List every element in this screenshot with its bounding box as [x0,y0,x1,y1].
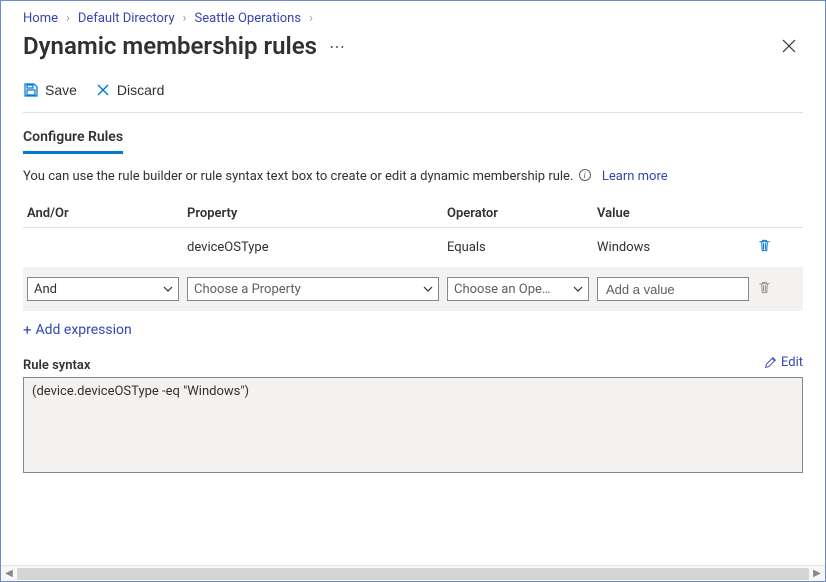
breadcrumb: Home › Default Directory › Seattle Opera… [23,11,803,26]
rule-syntax-label: Rule syntax [23,358,90,373]
tab-configure-rules[interactable]: Configure Rules [23,127,123,154]
save-icon [23,82,39,98]
cell-value: Windows [593,236,753,259]
col-header-property: Property [183,200,443,227]
chevron-down-icon [162,283,174,295]
trash-icon [757,238,772,253]
help-text: You can use the rule builder or rule syn… [23,169,803,184]
discard-icon [95,82,111,98]
rule-table: And/Or Property Operator Value deviceOST… [23,200,803,311]
value-input[interactable] [604,281,726,298]
chevron-right-icon: › [309,11,313,26]
scroll-thumb[interactable] [17,568,809,580]
col-header-value: Value [593,200,753,227]
scroll-left-icon[interactable]: ◀ [1,566,17,582]
horizontal-scrollbar[interactable]: ◀ ▶ [1,565,825,581]
close-icon [782,39,796,53]
col-header-operator: Operator [443,200,593,227]
trash-icon [757,280,772,295]
discard-button[interactable]: Discard [95,80,164,100]
cell-property: deviceOSType [183,236,443,259]
learn-more-link[interactable]: Learn more [602,169,668,184]
delete-row-button[interactable] [757,238,772,253]
info-icon[interactable]: i [579,169,591,181]
pencil-icon [764,356,777,369]
breadcrumb-link-default-directory[interactable]: Default Directory [78,11,175,26]
rule-syntax-box: (device.deviceOSType -eq "Windows") [23,377,803,473]
table-header: And/Or Property Operator Value [23,200,803,228]
chevron-down-icon [422,283,434,295]
value-input-wrap [597,277,749,301]
cell-operator: Equals [443,236,593,259]
chevron-right-icon: › [183,11,187,26]
save-label: Save [45,82,77,98]
plus-icon: + [23,321,32,339]
chevron-down-icon [572,283,584,295]
add-expression-button[interactable]: + Add expression [23,321,803,339]
discard-label: Discard [117,82,164,98]
andor-select[interactable]: And [27,277,179,301]
table-row-editing: And Choose a Property [23,267,803,311]
cell-andor [23,244,183,252]
toolbar: Save Discard [23,70,803,113]
scroll-right-icon[interactable]: ▶ [809,566,825,582]
close-button[interactable] [775,32,803,60]
operator-select[interactable]: Choose an Ope… [447,277,589,301]
more-icon[interactable]: ⋯ [329,37,346,56]
edit-syntax-button[interactable]: Edit [764,355,803,370]
table-row: deviceOSType Equals Windows [23,228,803,267]
chevron-right-icon: › [66,11,70,26]
save-button[interactable]: Save [23,80,77,100]
col-header-andor: And/Or [23,200,183,227]
property-select[interactable]: Choose a Property [187,277,439,301]
page-title: Dynamic membership rules [23,32,317,60]
breadcrumb-link-seattle-operations[interactable]: Seattle Operations [195,11,302,26]
delete-row-button[interactable] [757,280,772,295]
tabs: Configure Rules [23,127,803,155]
breadcrumb-link-home[interactable]: Home [23,11,58,26]
